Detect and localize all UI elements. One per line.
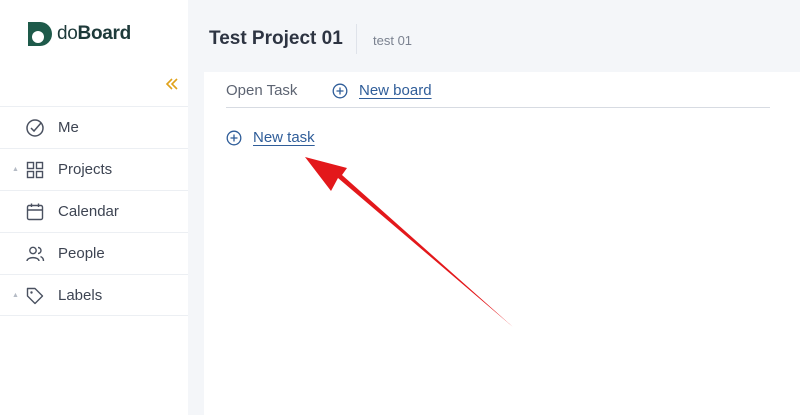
sidebar-item-label: Projects: [58, 161, 113, 178]
board-panel: Open Task New board New task: [204, 72, 800, 415]
sidebar-item-label: People: [58, 245, 105, 262]
sidebar-nav: Me ▲ Projects Calendar People ▲ Labels: [0, 106, 188, 316]
logo-mark-icon: [28, 22, 52, 46]
header-divider: [356, 24, 357, 54]
new-task-label: New task: [253, 129, 315, 146]
new-board-label: New board: [359, 82, 432, 99]
sidebar-item-calendar[interactable]: Calendar: [0, 190, 188, 232]
sidebar-item-label: Calendar: [58, 203, 119, 220]
plus-circle-icon: [226, 130, 242, 145]
sidebar: doBoard Me ▲ Projects Calendar People ▲ …: [0, 0, 188, 415]
grid-icon: [25, 160, 45, 180]
check-circle-icon: [25, 118, 45, 138]
sidebar-item-label: Labels: [58, 286, 103, 304]
tag-icon: [25, 286, 45, 306]
sidebar-item-projects[interactable]: ▲ Projects: [0, 148, 188, 190]
tab-open-task[interactable]: Open Task: [226, 82, 297, 99]
collapse-sidebar-button[interactable]: [164, 76, 182, 96]
project-subtitle: test 01: [373, 33, 413, 48]
expand-caret-icon[interactable]: ▲: [12, 292, 19, 299]
logo-text: doBoard: [57, 23, 131, 44]
calendar-icon: [25, 202, 45, 222]
page-title: Test Project 01: [209, 28, 343, 49]
expand-caret-icon[interactable]: ▲: [12, 166, 19, 173]
plus-circle-icon: [332, 83, 348, 98]
new-task-button[interactable]: New task: [226, 129, 315, 146]
sidebar-item-labels[interactable]: ▲ Labels: [0, 274, 188, 316]
double-chevron-left-icon: [165, 78, 178, 90]
new-board-button[interactable]: New board: [332, 82, 432, 99]
sidebar-item-label: Me: [58, 119, 79, 136]
people-icon: [25, 244, 45, 264]
sidebar-item-me[interactable]: Me: [0, 106, 188, 148]
board-tabs: Open Task New board: [226, 72, 770, 108]
app-logo[interactable]: doBoard: [26, 20, 131, 48]
sidebar-item-people[interactable]: People: [0, 232, 188, 274]
